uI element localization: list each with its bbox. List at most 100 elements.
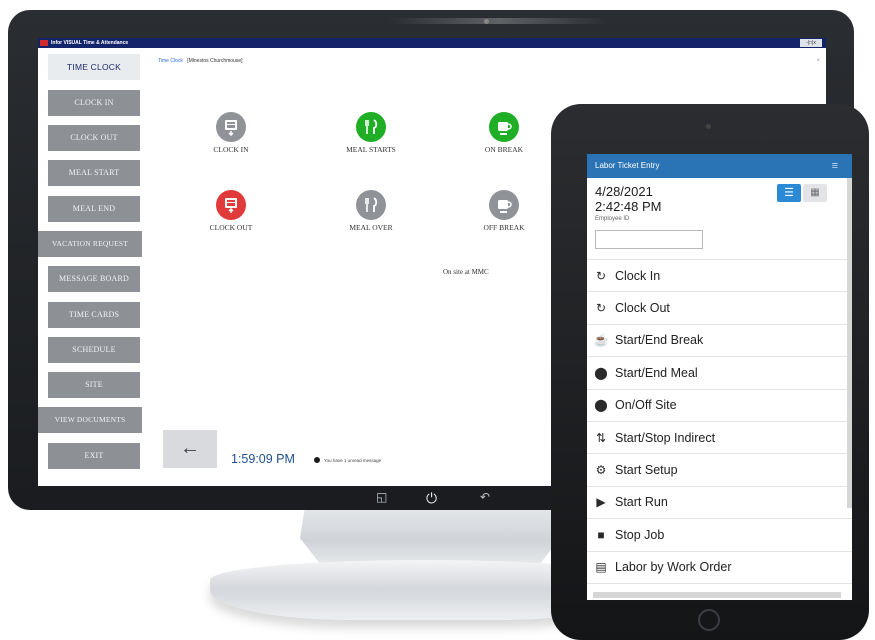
sidebar-item-site[interactable]: SITE <box>48 372 140 398</box>
sidebar-item-time-cards[interactable]: TIME CARDS <box>48 302 140 328</box>
sidebar-item-message-board[interactable]: MESSAGE BOARD <box>48 266 140 292</box>
meal-start-icon <box>356 112 386 142</box>
sidebar-item-clock-in[interactable]: CLOCK IN <box>48 90 140 116</box>
current-date: 4/28/2021 <box>595 184 653 199</box>
list-item-meal[interactable]: ⬤ Start/End Meal <box>587 357 852 390</box>
list-item-label: Labor by Work Order <box>615 560 732 575</box>
coffee-icon <box>489 112 519 142</box>
indirect-icon: ⇅ <box>595 430 607 445</box>
list-item-site[interactable]: ⬤ On/Off Site <box>587 390 852 422</box>
current-time: 1:59:09 PM <box>231 452 295 466</box>
close-icon[interactable]: × <box>816 58 820 64</box>
meal-icon: ⬤ <box>594 365 608 380</box>
site-icon: ⬤ <box>594 398 608 413</box>
tablet-screen: Labor Ticket Entry ≡ 4/28/2021 2:42:48 P… <box>587 154 852 600</box>
app-icon <box>40 40 48 46</box>
list-item-label: Start/End Meal <box>615 365 698 380</box>
message-icon <box>314 457 320 463</box>
grid-view-icon[interactable]: ▦ <box>803 184 827 202</box>
onsite-status: On site at MMC <box>443 268 489 276</box>
tablet-header: Labor Ticket Entry ≡ <box>587 154 852 178</box>
tile-meal-starts[interactable]: MEAL STARTS <box>326 112 416 154</box>
sidebar-item-vacation-request[interactable]: VACATION REQUEST <box>38 231 142 257</box>
sidebar-item-time-clock[interactable]: TIME CLOCK <box>48 54 140 80</box>
horizontal-scrollbar[interactable] <box>593 592 841 598</box>
window-controls[interactable]: -|□|x <box>800 39 822 47</box>
list-item-stop-job[interactable]: ■ Stop Job <box>587 519 852 552</box>
list-item-indirect[interactable]: ⇅ Start/Stop Indirect <box>587 422 852 455</box>
coffee-off-icon <box>489 190 519 220</box>
breadcrumb-current: [Mlnestos Churchmouse] <box>187 58 243 64</box>
datetime: 4/28/2021 2:42:48 PM <box>595 184 662 214</box>
sidebar-item-schedule[interactable]: SCHEDULE <box>48 337 140 363</box>
stage: Infor VISUAL Time & Attendance -|□|x TIM… <box>0 0 875 640</box>
tile-off-break[interactable]: OFF BREAK <box>459 190 549 232</box>
list-item-run[interactable]: ▶ Start Run <box>587 487 852 520</box>
monitor-stand-neck <box>300 505 560 565</box>
sidebar: TIME CLOCK CLOCK IN CLOCK OUT MEAL START… <box>38 48 146 486</box>
hamburger-menu-icon[interactable]: ≡ <box>832 154 838 178</box>
list-item-setup[interactable]: ⚙ Start Setup <box>587 454 852 487</box>
vertical-scrollbar[interactable] <box>847 178 852 508</box>
tile-clock-in[interactable]: CLOCK IN <box>186 112 276 154</box>
unread-message-text: You have 1 unread message <box>324 457 382 463</box>
action-list: ↻ Clock In ↻ Clock Out ☕ Start/End Break ⬤ S… <box>587 260 852 584</box>
monitor-highlight <box>388 18 608 24</box>
tablet-title: Labor Ticket Entry <box>595 161 660 170</box>
stop-icon: ■ <box>597 527 605 542</box>
tile-meal-over[interactable]: MEAL OVER <box>326 190 416 232</box>
unread-message[interactable]: You have 1 unread message <box>314 457 381 463</box>
clock-out-icon <box>216 190 246 220</box>
sidebar-item-meal-start[interactable]: MEAL START <box>48 160 140 186</box>
tile-label: MEAL OVER <box>349 223 393 232</box>
tablet-home-button[interactable] <box>698 609 720 631</box>
tile-clock-out[interactable]: CLOCK OUT <box>186 190 276 232</box>
current-time: 2:42:48 PM <box>595 199 662 214</box>
window-title: Infor VISUAL Time & Attendance <box>51 40 129 46</box>
list-item-label: Clock In <box>615 268 661 283</box>
clock-in-icon: ↻ <box>595 268 607 283</box>
list-item-clock-out[interactable]: ↻ Clock Out <box>587 292 852 325</box>
tile-label: OFF BREAK <box>483 223 525 232</box>
work-order-icon: ▤ <box>595 560 607 575</box>
monitor-controls: ◱ ⏻ ↶ <box>368 488 508 508</box>
tile-label: ON BREAK <box>484 145 524 154</box>
list-item-label: Start Run <box>615 495 668 510</box>
list-view-icon[interactable]: ☰ <box>777 184 801 202</box>
break-icon: ☕ <box>593 333 609 348</box>
sidebar-item-view-documents[interactable]: VIEW DOCUMENTS <box>38 407 142 433</box>
sidebar-item-clock-out[interactable]: CLOCK OUT <box>48 125 140 151</box>
window-titlebar: Infor VISUAL Time & Attendance -|□|x <box>38 38 826 48</box>
sidebar-item-exit[interactable]: EXIT <box>48 443 140 469</box>
list-item-break[interactable]: ☕ Start/End Break <box>587 325 852 358</box>
clock-in-icon <box>216 112 246 142</box>
employee-id-label: Employee ID <box>595 216 630 222</box>
list-item-work-order[interactable]: ▤ Labor by Work Order <box>587 552 852 584</box>
list-item-clock-in[interactable]: ↻ Clock In <box>587 260 852 293</box>
window-switch-icon[interactable]: ◱ <box>376 490 387 504</box>
list-item-label: Start/End Break <box>615 333 704 348</box>
tile-label: MEAL STARTS <box>346 145 396 154</box>
tablet-camera <box>706 124 711 129</box>
play-icon: ▶ <box>596 495 606 510</box>
list-item-label: Start/Stop Indirect <box>615 430 716 445</box>
list-item-label: On/Off Site <box>615 398 677 413</box>
meal-over-icon <box>356 190 386 220</box>
tile-label: CLOCK OUT <box>209 223 253 232</box>
tablet: Labor Ticket Entry ≡ 4/28/2021 2:42:48 P… <box>551 104 869 640</box>
list-item-label: Start Setup <box>615 463 678 478</box>
back-button[interactable]: ← <box>163 430 217 468</box>
clock-out-icon: ↻ <box>595 301 607 316</box>
gear-icon: ⚙ <box>595 463 607 478</box>
sidebar-item-meal-end[interactable]: MEAL END <box>48 196 140 222</box>
employee-id-field[interactable] <box>595 230 703 249</box>
tile-label: CLOCK IN <box>213 145 249 154</box>
tile-on-break[interactable]: ON BREAK <box>459 112 549 154</box>
undo-icon[interactable]: ↶ <box>480 490 490 504</box>
list-item-label: Clock Out <box>615 301 670 316</box>
monitor-camera <box>484 19 489 24</box>
breadcrumb-link[interactable]: Time Clock <box>158 58 183 64</box>
breadcrumb: Time Clock [Mlnestos Churchmouse] <box>158 58 243 64</box>
tablet-datetime-panel: 4/28/2021 2:42:48 PM ☰ ▦ Employee ID <box>587 178 852 260</box>
power-icon[interactable]: ⏻ <box>426 490 437 507</box>
